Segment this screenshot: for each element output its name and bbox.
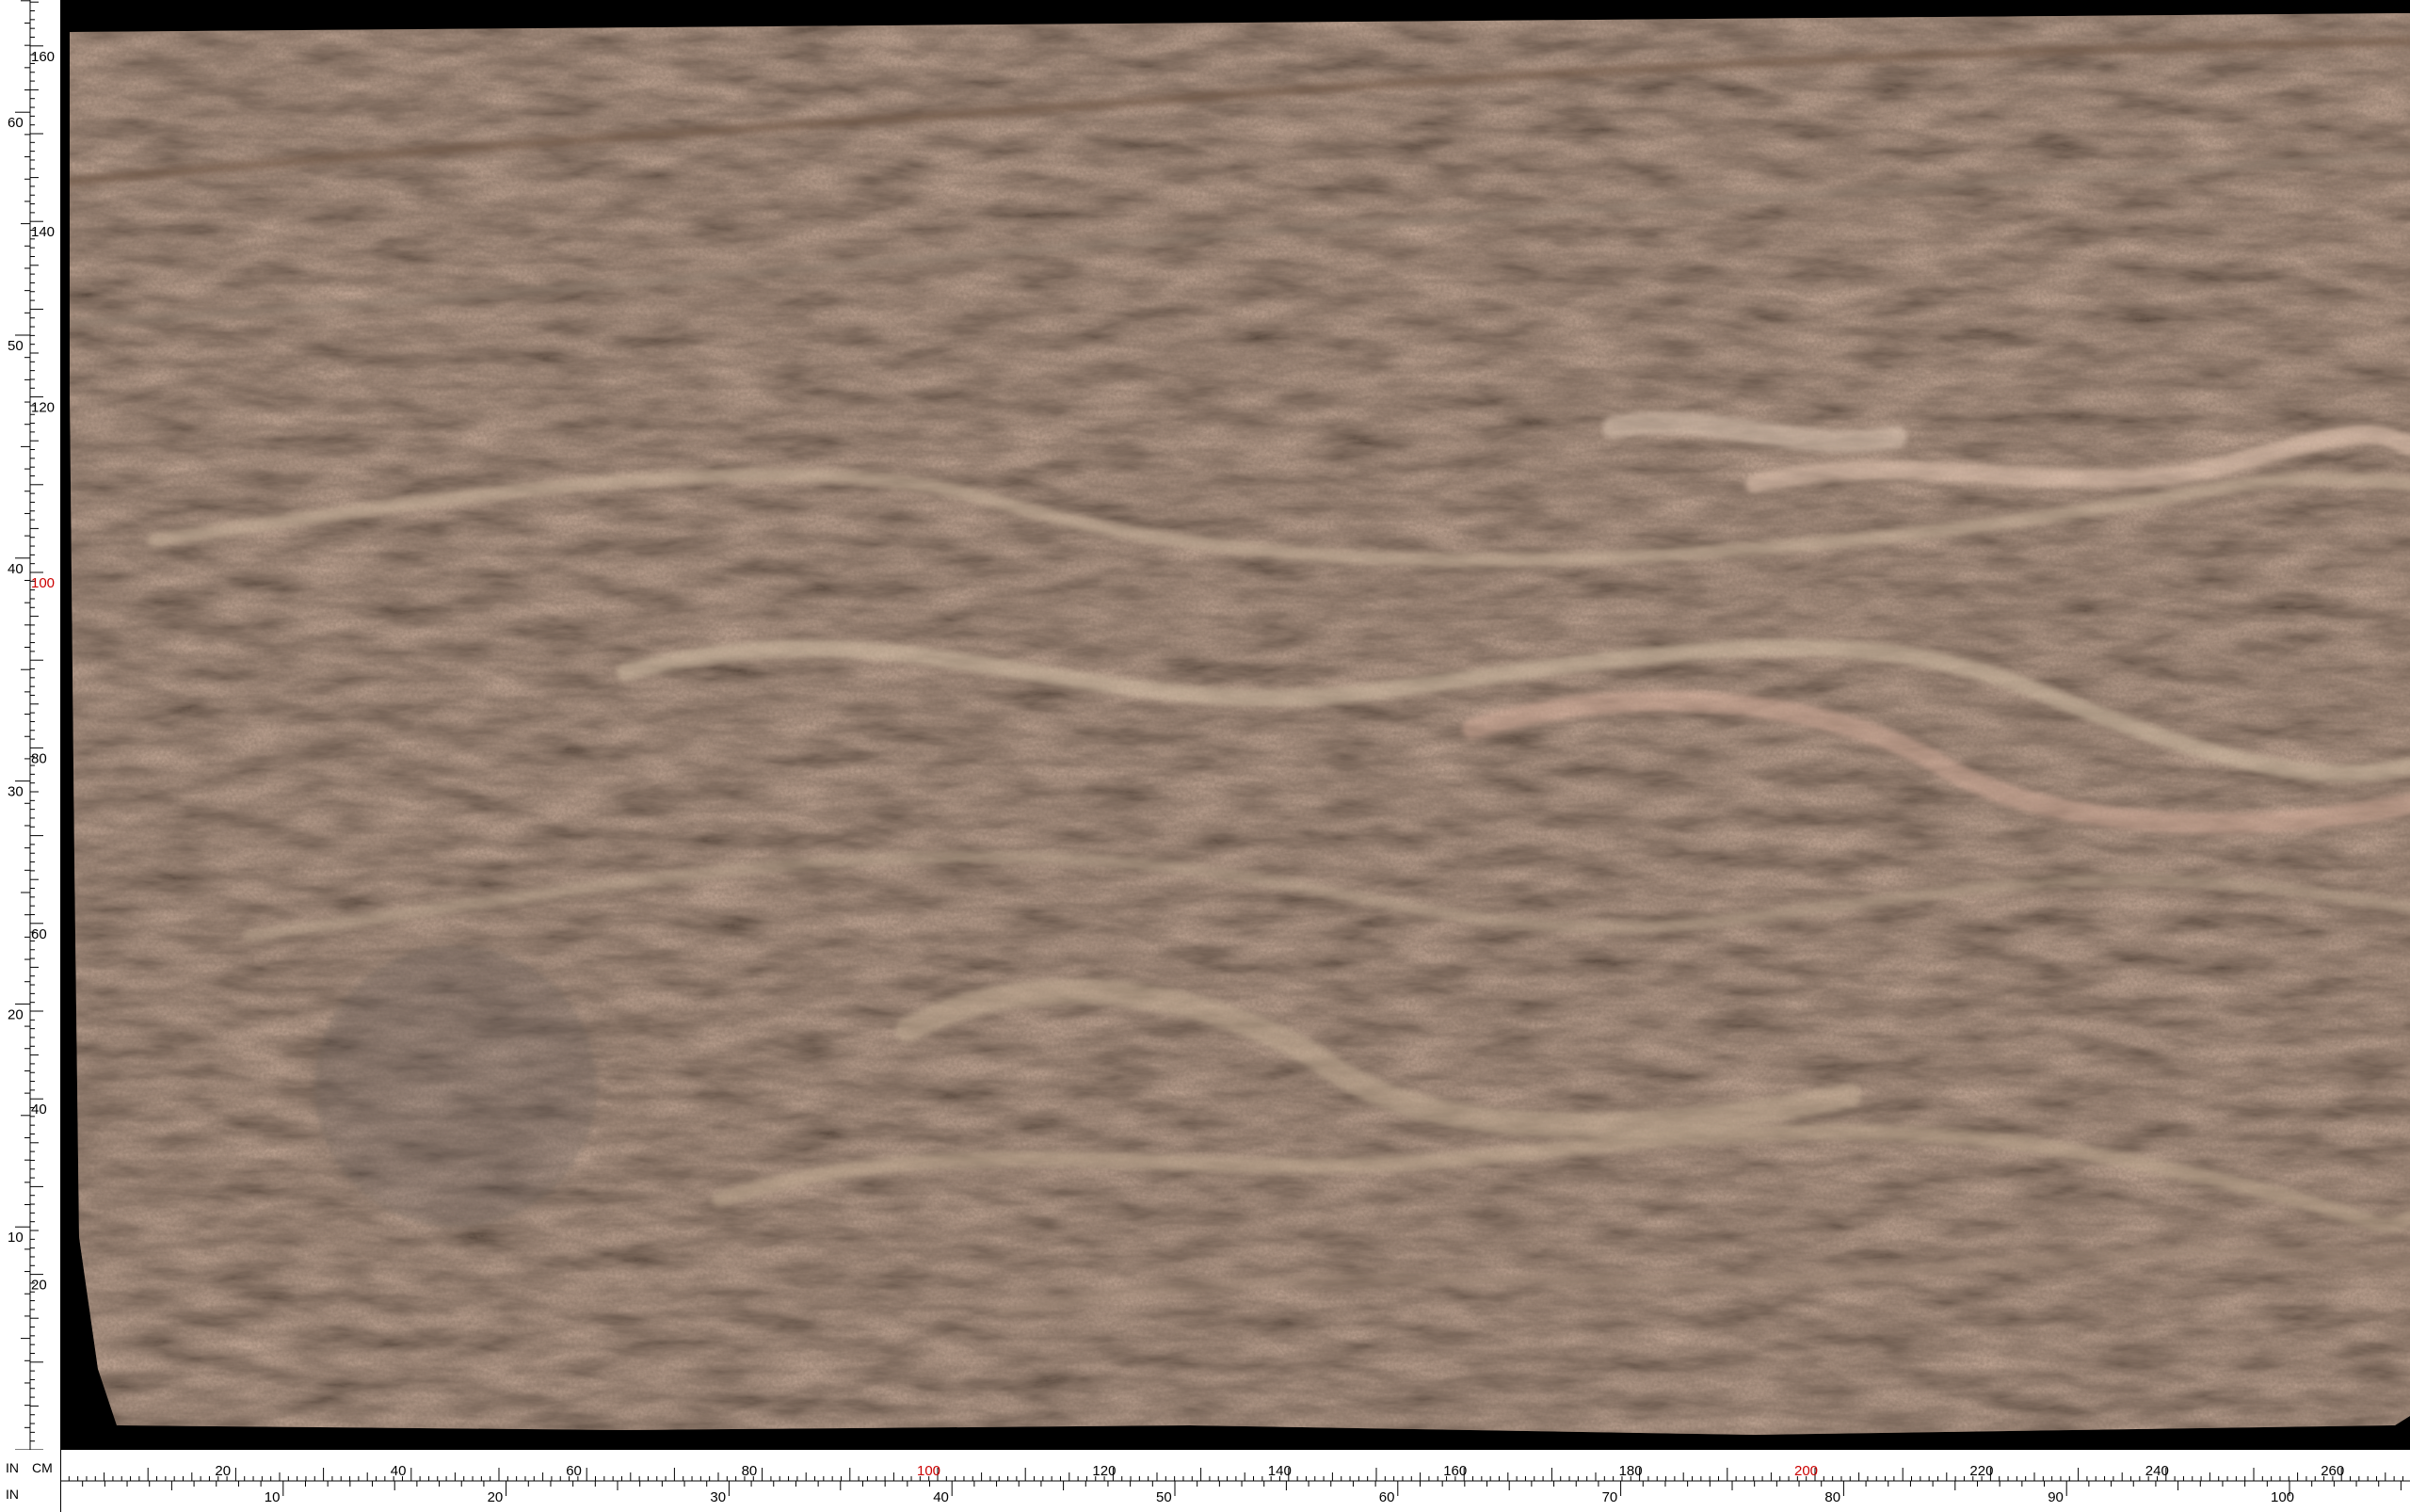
inch-scale-label: 10 xyxy=(8,1230,24,1246)
inch-scale-label: 20 xyxy=(8,1006,24,1022)
inch-scale-label: 30 xyxy=(710,1489,726,1505)
cm-scale-label: 100 xyxy=(31,575,55,591)
inch-scale-label: 50 xyxy=(1156,1489,1172,1505)
inch-scale-label: 60 xyxy=(1379,1489,1395,1505)
bottom-measuring-ruler: 20 40 60 80 100 120 140 160 180 200 220 240 260 10 20 3… xyxy=(0,1450,2410,1512)
unit-in-label: IN xyxy=(6,1460,19,1475)
cm-scale-label: 160 xyxy=(1443,1463,1467,1479)
cm-scale-label: 80 xyxy=(31,750,47,766)
cm-scale-label: 200 xyxy=(1794,1463,1818,1479)
cm-scale-label: 100 xyxy=(917,1463,940,1479)
inch-scale-label: 30 xyxy=(8,784,24,800)
inch-scale-label: 60 xyxy=(8,115,24,131)
cm-scale-label: 240 xyxy=(2145,1463,2169,1479)
cm-scale-label: 80 xyxy=(742,1463,758,1479)
unit-in-label-lower: IN xyxy=(6,1487,19,1502)
inch-scale-label: 100 xyxy=(2271,1489,2294,1505)
inch-scale-label: 50 xyxy=(8,338,24,354)
cm-scale-label: 60 xyxy=(566,1463,582,1479)
inch-scale-label: 90 xyxy=(2048,1489,2064,1505)
cm-scale-label: 20 xyxy=(31,1278,47,1294)
ruler-unit-corner: IN CM IN xyxy=(0,1450,61,1512)
inch-scale-label: 10 xyxy=(265,1489,281,1505)
cm-scale-label: 40 xyxy=(31,1102,47,1118)
unit-cm-label: CM xyxy=(32,1460,53,1475)
cm-scale-label: 40 xyxy=(391,1463,407,1479)
inch-scale-label: 70 xyxy=(1602,1489,1618,1505)
inch-scale-label: 40 xyxy=(933,1489,949,1505)
cm-scale-label: 160 xyxy=(31,49,55,65)
inch-scale-label: 80 xyxy=(1824,1489,1840,1505)
inch-scale-label: 40 xyxy=(8,561,24,577)
granite-slab-image xyxy=(70,13,2410,1435)
cm-scale-label: 140 xyxy=(1268,1463,1292,1479)
cm-scale-label: 20 xyxy=(215,1463,231,1479)
inch-scale-label: 20 xyxy=(488,1489,504,1505)
left-measuring-ruler: 20 40 60 80 100 120 140 160 10 20 30 40 50 60 xyxy=(0,0,60,1512)
cm-scale-label: 120 xyxy=(1092,1463,1116,1479)
cm-scale-label: 120 xyxy=(31,400,55,416)
cm-scale-label: 260 xyxy=(2321,1463,2344,1479)
cm-scale-label: 60 xyxy=(31,926,47,942)
cm-scale-label: 220 xyxy=(1969,1463,1993,1479)
cm-scale-label: 180 xyxy=(1619,1463,1643,1479)
cm-scale-label: 140 xyxy=(31,224,55,240)
